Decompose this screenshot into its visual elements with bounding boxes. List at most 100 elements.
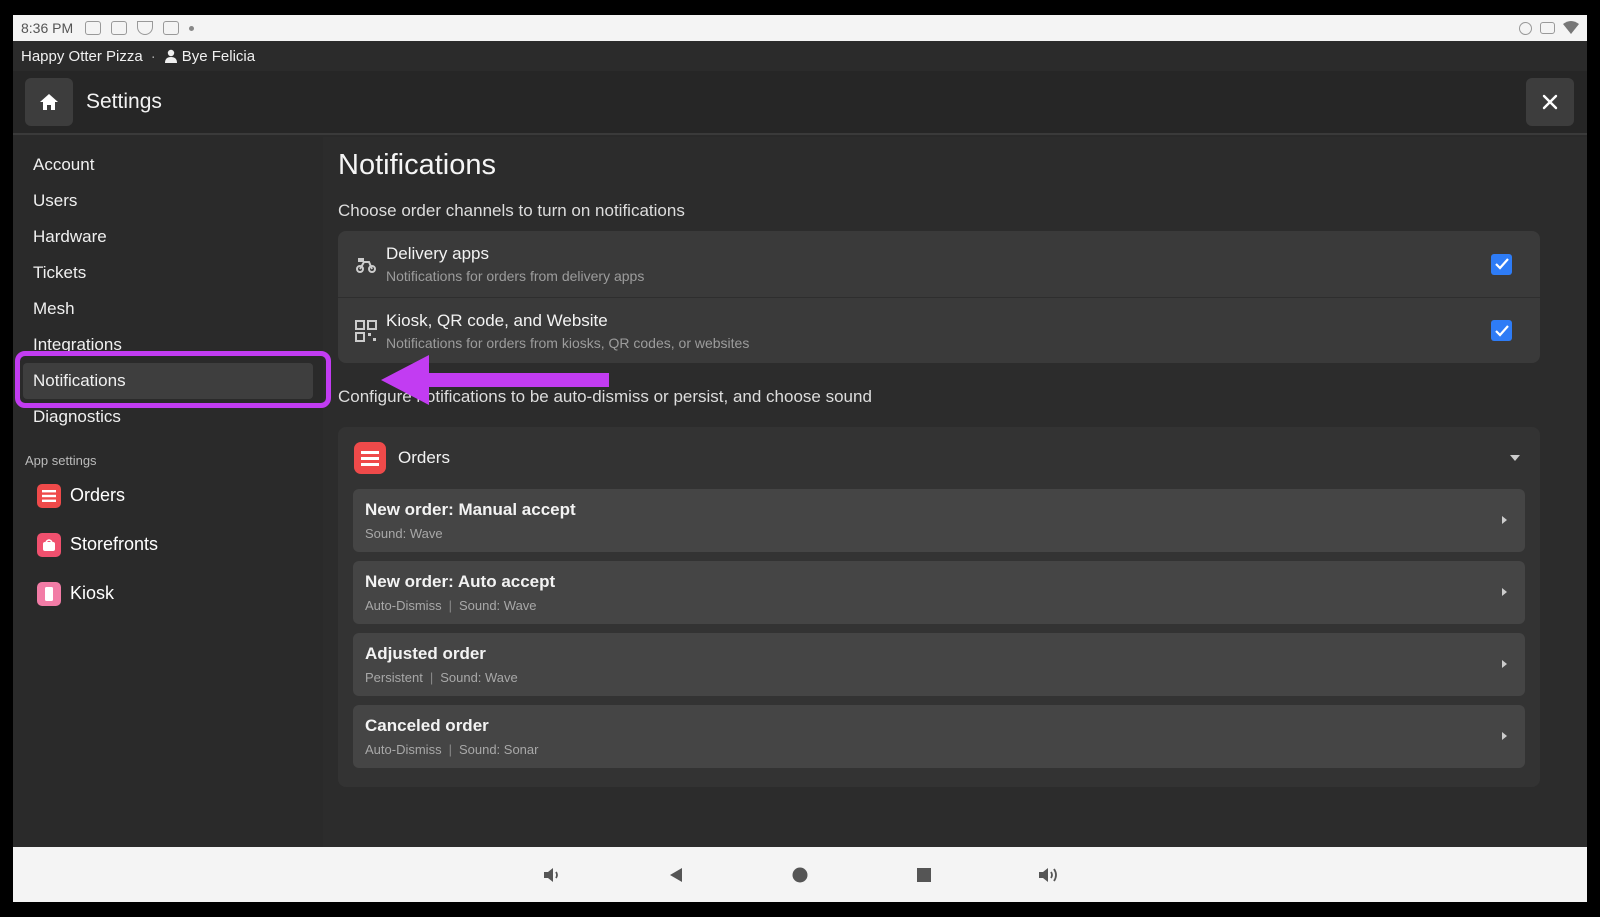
row-title: New order: Auto accept	[365, 572, 556, 591]
circle-home-icon	[792, 867, 808, 882]
storefront-app-icon	[37, 532, 61, 557]
orders-group-header[interactable]: Orders	[338, 427, 1540, 489]
meta-divider: |	[448, 598, 452, 613]
status-time: 8:36 PM	[21, 20, 74, 36]
info-bar: Happy Otter Pizza · Bye Felicia	[13, 41, 1587, 71]
row-meta: Sound: Wave	[365, 526, 576, 541]
volume-up-icon	[1039, 867, 1057, 882]
restaurant-name: Happy Otter Pizza	[21, 47, 143, 65]
person-icon	[164, 49, 177, 63]
meta-divider: |	[448, 742, 452, 757]
status-system-icons	[1519, 21, 1579, 35]
app-settings-label: App settings	[25, 452, 97, 468]
sidebar-app-label: Orders	[70, 485, 126, 505]
row-meta-value: Auto-Dismiss	[365, 598, 442, 613]
tablet-screen: 8:36 PM Happy Otter Pizza · Bye Felicia …	[13, 15, 1587, 902]
row-meta: Auto-Dismiss | Sound: Wave	[365, 598, 555, 613]
chevron-right-icon	[1502, 588, 1507, 596]
row-meta: Persistent | Sound: Wave	[365, 670, 518, 685]
order-notification-row[interactable]: Adjusted order Persistent | Sound: Wave	[353, 633, 1525, 696]
back-button[interactable]	[614, 855, 738, 895]
sidebar-app-orders[interactable]: Orders	[13, 471, 323, 520]
page-title: Notifications	[338, 149, 496, 181]
sidebar-item-integrations[interactable]: Integrations	[13, 327, 323, 363]
check-icon	[1494, 324, 1509, 337]
status-notification-icons	[85, 21, 195, 35]
alarm-icon	[1519, 21, 1532, 35]
order-notification-row[interactable]: New order: Auto accept Auto-Dismiss | Soun…	[353, 561, 1525, 624]
sidebar-item-notifications[interactable]: Notifications	[23, 363, 313, 399]
row-meta: Auto-Dismiss | Sound: Sonar	[365, 742, 538, 757]
row-meta-value: Sound: Sonar	[458, 742, 539, 757]
sidebar-app-kiosk[interactable]: Kiosk	[13, 569, 323, 618]
kiosk-app-icon	[37, 581, 61, 606]
check-icon	[1494, 258, 1509, 270]
row-meta-value: Persistent	[365, 670, 423, 685]
info-separator: ·	[150, 47, 156, 65]
channel-title: Kiosk, QR code, and Website	[386, 310, 608, 330]
notification-icon	[111, 21, 128, 35]
close-icon	[1542, 94, 1558, 110]
home-nav-button[interactable]	[738, 855, 862, 895]
orders-group-title: Orders	[398, 448, 450, 467]
sidebar-app-label: Kiosk	[70, 583, 115, 603]
order-notification-row[interactable]: Canceled order Auto-Dismiss | Sound: Sonar	[353, 705, 1525, 768]
sidebar-item-users[interactable]: Users	[13, 183, 323, 219]
chevron-right-icon	[1502, 516, 1507, 524]
meta-divider: |	[429, 670, 434, 685]
configure-subtitle: Configure notifications to be auto-dismi…	[338, 387, 872, 406]
row-meta-value: Sound: Wave	[458, 598, 537, 613]
volume-up-button[interactable]	[986, 855, 1110, 895]
recents-icon	[917, 867, 931, 882]
order-notification-row[interactable]: New order: Manual accept Sound: Wave	[353, 489, 1525, 552]
channels-subtitle: Choose order channels to turn on notific…	[338, 201, 685, 220]
notification-icon	[85, 21, 102, 35]
status-bar: 8:36 PM	[13, 15, 1587, 41]
sidebar-app-storefronts[interactable]: Storefronts	[13, 520, 323, 569]
system-nav-bar	[13, 847, 1587, 902]
channel-kiosk-qr-website[interactable]: Kiosk, QR code, and Website Notification…	[338, 297, 1540, 363]
orders-app-icon	[37, 483, 61, 508]
sidebar-item-diagnostics[interactable]: Diagnostics	[13, 399, 323, 435]
chevron-down-icon[interactable]	[1510, 455, 1520, 461]
shield-icon	[137, 21, 154, 35]
sidebar-item-account[interactable]: Account	[13, 147, 323, 183]
row-meta-value: Sound: Wave	[440, 670, 518, 685]
row-title: Adjusted order	[365, 644, 486, 663]
channel-description: Notifications for orders from delivery a…	[386, 268, 645, 284]
header-title: Settings	[86, 90, 162, 113]
sidebar-item-hardware[interactable]: Hardware	[13, 219, 323, 255]
row-title: Canceled order	[365, 716, 489, 735]
wifi-icon	[1563, 21, 1579, 34]
notifications-panel: Notifications Choose order channels to t…	[323, 137, 1587, 847]
kiosk-qr-website-checkbox[interactable]	[1491, 320, 1512, 341]
cast-icon	[1540, 22, 1555, 34]
channel-delivery-apps[interactable]: Delivery apps Notifications for orders f…	[338, 231, 1540, 297]
channel-description: Notifications for orders from kiosks, QR…	[386, 334, 750, 351]
back-icon	[670, 867, 682, 882]
sidebar-item-tickets[interactable]: Tickets	[13, 255, 323, 291]
settings-header: Settings	[13, 71, 1587, 135]
recents-button[interactable]	[862, 855, 986, 895]
delivery-apps-checkbox[interactable]	[1491, 253, 1512, 275]
row-meta-value: Sound: Wave	[365, 526, 443, 541]
sidebar-item-mesh[interactable]: Mesh	[13, 291, 323, 327]
user-name: Bye Felicia	[181, 47, 256, 65]
home-icon	[40, 94, 58, 110]
chevron-right-icon	[1502, 732, 1507, 740]
close-button[interactable]	[1526, 78, 1574, 126]
more-dot-icon	[189, 25, 195, 31]
orders-app-icon	[354, 442, 386, 474]
volume-down-button[interactable]	[490, 855, 614, 895]
printer-icon	[163, 21, 180, 35]
home-button[interactable]	[25, 78, 73, 126]
sidebar-app-label: Storefronts	[70, 534, 159, 554]
channel-list: Delivery apps Notifications for orders f…	[338, 231, 1540, 363]
scooter-icon	[356, 258, 376, 273]
chevron-right-icon	[1502, 660, 1507, 668]
row-meta-value: Auto-Dismiss	[365, 742, 442, 757]
channel-title: Delivery apps	[386, 244, 489, 263]
orders-notification-group: Orders New order: Manual accept Sound: W…	[338, 427, 1540, 787]
settings-sidebar: Account Users Hardware Tickets Mesh Inte…	[13, 137, 323, 847]
qr-code-icon	[355, 319, 377, 342]
